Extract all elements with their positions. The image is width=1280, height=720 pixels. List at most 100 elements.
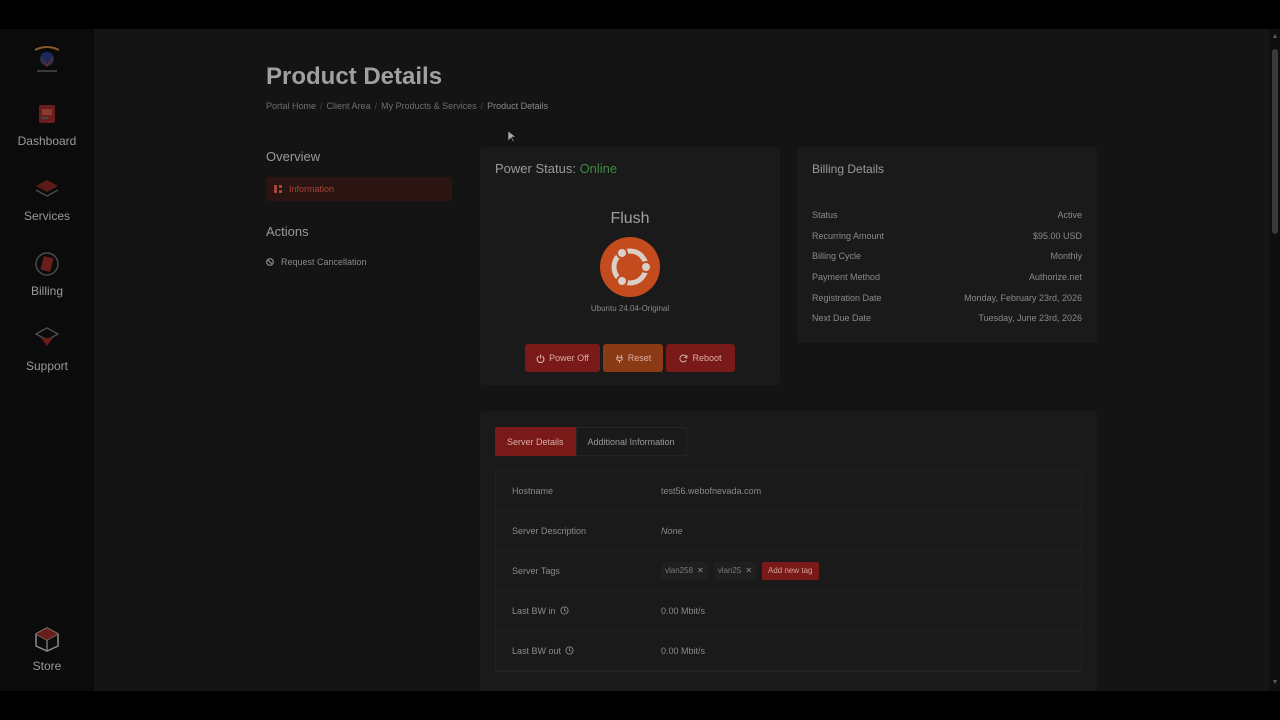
power-icon (536, 353, 545, 363)
row-label: Hostname (512, 485, 554, 496)
request-cancellation-link[interactable]: Request Cancellation (266, 257, 367, 267)
breadcrumb-link[interactable]: Client Area (327, 101, 371, 111)
row-label: Server Tags (512, 565, 560, 576)
billing-row-value: Active (1057, 210, 1082, 220)
billing-row-label: Registration Date (812, 293, 882, 303)
reboot-label: Reboot (692, 353, 722, 363)
billing-row-value: Authorize.net (1028, 272, 1082, 282)
reset-label: Reset (627, 353, 652, 363)
support-icon (34, 327, 60, 346)
breadcrumb-separator: / (320, 101, 323, 111)
server-details-card: Server Details Additional Information Ho… (480, 411, 1097, 691)
bw-in-value: 0.00 Mbit/s (661, 605, 706, 616)
billing-row-value: Monthly (1050, 251, 1082, 261)
os-name: Ubuntu 24.04-Original (590, 304, 670, 313)
breadcrumb-link[interactable]: Portal Home (266, 101, 316, 111)
add-new-tag-button[interactable]: Add new tag (762, 561, 819, 580)
server-name: Flush (610, 210, 650, 227)
billing-row-registration-date: Registration Date Monday, February 23rd,… (812, 293, 1082, 303)
sidebar-item-label: Dashboard (17, 134, 77, 148)
clock-icon[interactable] (565, 646, 574, 655)
billing-row-label: Next Due Date (812, 313, 872, 323)
server-details-table: Hostname test56.webofnevada.com Server D… (495, 470, 1082, 672)
server-tag-label: vlan258 (665, 566, 694, 575)
breadcrumb-link[interactable]: My Products & Services (381, 101, 477, 111)
scroll-up-icon[interactable]: ▲ (1271, 33, 1279, 41)
bw-in-label: Last BW in (512, 605, 556, 616)
request-cancellation-label: Request Cancellation (281, 257, 367, 267)
scroll-down-icon[interactable]: ▼ (1271, 679, 1279, 687)
billing-row-value: $95.00 USD (1032, 231, 1082, 241)
page-scrollbar[interactable]: ▲ ▼ (1270, 29, 1280, 691)
remove-tag-icon[interactable]: ✕ (697, 566, 704, 575)
sidebar-item-support[interactable]: Support (0, 324, 94, 373)
breadcrumb-separator: / (374, 101, 378, 111)
bw-out-label: Last BW out (512, 645, 562, 656)
grid-icon (274, 185, 282, 193)
power-off-label: Power Off (549, 353, 589, 363)
sidebar-item-label: Billing (30, 284, 63, 298)
tab-additional-information[interactable]: Additional Information (575, 427, 687, 456)
bw-out-value: 0.00 Mbit/s (661, 645, 706, 656)
billing-details-card: Billing Details Status Active Recurring … (797, 147, 1097, 343)
brand-logo-icon[interactable] (31, 44, 63, 74)
table-row: Server Description None (496, 511, 1081, 551)
row-label: Server Description (512, 525, 587, 536)
sidebar-item-billing[interactable]: Billing (0, 249, 94, 298)
server-tag: vlan258 ✕ (661, 561, 708, 580)
billing-row-status: Status Active (812, 210, 1082, 220)
billing-row-payment-method: Payment Method Authorize.net (812, 272, 1082, 282)
actions-heading: Actions (266, 224, 309, 239)
power-off-button[interactable]: Power Off (525, 344, 600, 372)
remove-tag-icon[interactable]: ✕ (745, 566, 752, 575)
plug-icon (616, 354, 623, 363)
power-status-card: Power Status: Online Flush Ubuntu 24.04-… (480, 147, 780, 385)
reset-button[interactable]: Reset (603, 344, 663, 372)
billing-row-recurring-amount: Recurring Amount $95.00 USD (812, 231, 1082, 241)
server-tags: vlan258 ✕ vlan25 ✕ Add new tag (661, 561, 819, 580)
reboot-button[interactable]: Reboot (666, 344, 735, 372)
dashboard-icon (39, 105, 55, 123)
billing-icon (35, 252, 59, 276)
breadcrumb: Portal Home / Client Area / My Products … (266, 101, 548, 111)
row-label: Last BW out (496, 646, 661, 656)
main-content: Product Details Portal Home / Client Are… (94, 29, 1270, 691)
table-row: Server Tags vlan258 ✕ vlan25 ✕ Add new t… (496, 551, 1081, 591)
description-value: None (661, 525, 683, 536)
billing-row-value: Monday, February 23rd, 2026 (964, 293, 1082, 303)
app-frame: Dashboard Services Billing Support Store… (0, 29, 1280, 691)
tab-server-details[interactable]: Server Details (495, 427, 576, 456)
sidebar-item-label: Support (25, 359, 69, 373)
sidebar-item-services[interactable]: Services (0, 174, 94, 223)
clock-icon[interactable] (559, 606, 569, 615)
billing-row-label: Billing Cycle (812, 251, 862, 261)
information-label: Information (289, 184, 335, 194)
billing-row-next-due-date: Next Due Date Tuesday, June 23rd, 2026 (812, 313, 1082, 323)
billing-row-value: Tuesday, June 23rd, 2026 (978, 313, 1082, 323)
server-tabs: Server Details Additional Information (495, 427, 687, 456)
refresh-icon (679, 354, 688, 362)
store-icon (35, 627, 59, 652)
sidebar-item-label: Store (32, 659, 62, 673)
billing-row-billing-cycle: Billing Cycle Monthly (812, 251, 1082, 261)
sidebar-item-store[interactable]: Store (0, 624, 94, 673)
breadcrumb-current: Product Details (487, 101, 549, 111)
services-icon (35, 180, 59, 197)
billing-row-label: Recurring Amount (812, 231, 885, 241)
information-menu-item[interactable]: Information (266, 177, 452, 201)
hostname-value: test56.webofnevada.com (661, 485, 762, 496)
overview-heading: Overview (266, 149, 321, 164)
row-label: Last BW in (496, 606, 661, 616)
ban-icon (266, 258, 274, 266)
table-row: Last BW out 0.00 Mbit/s (496, 631, 1081, 671)
scrollbar-thumb[interactable] (1272, 49, 1278, 234)
table-row: Last BW in 0.00 Mbit/s (496, 591, 1081, 631)
ubuntu-logo-icon (600, 237, 660, 297)
breadcrumb-separator: / (480, 101, 484, 111)
billing-details-title: Billing Details (812, 162, 885, 176)
server-tag-label: vlan25 (717, 566, 742, 575)
table-row: Hostname test56.webofnevada.com (496, 471, 1081, 511)
sidebar-item-dashboard[interactable]: Dashboard (0, 99, 94, 148)
sidebar: Dashboard Services Billing Support Store (0, 29, 94, 691)
server-tag: vlan25 ✕ (713, 561, 757, 580)
